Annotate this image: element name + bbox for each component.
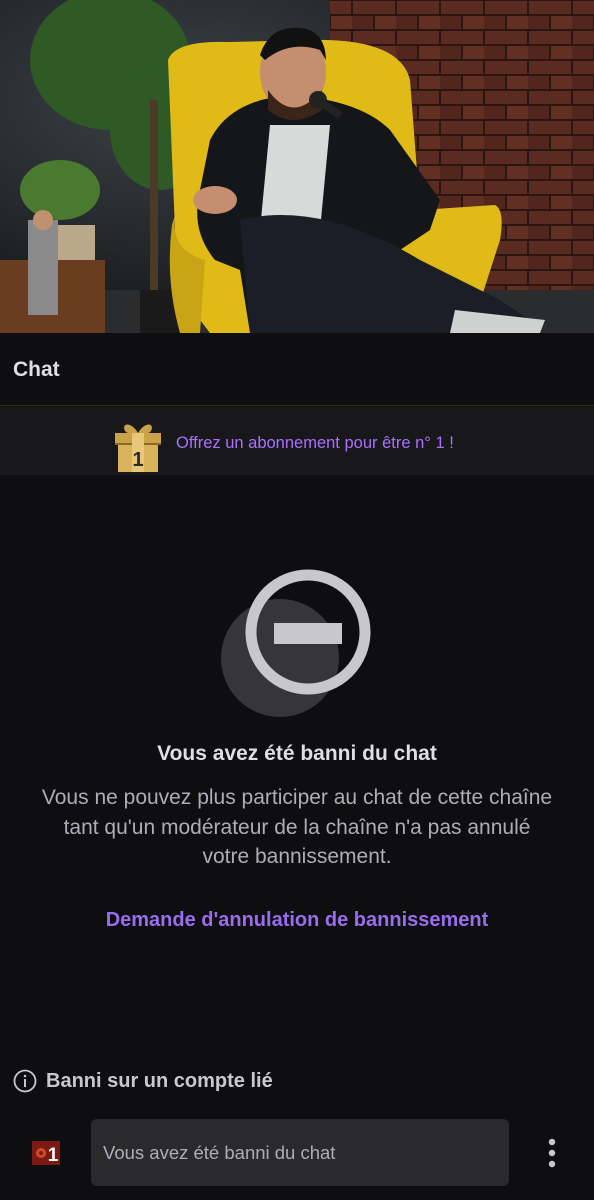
gift-subscription-banner[interactable]: 1 Offrez un abonnement pour être n° 1 !	[0, 407, 594, 475]
ban-icon	[221, 569, 371, 717]
chat-header: Chat	[0, 333, 594, 406]
stream-video[interactable]	[0, 0, 594, 333]
gift-rank: 1	[132, 449, 143, 471]
linked-account-notice[interactable]: Banni sur un compte lié	[13, 1067, 273, 1095]
info-icon[interactable]	[13, 1069, 37, 1093]
chat-message-input[interactable]: Vous avez été banni du chat	[91, 1119, 509, 1186]
stream-video-frame	[0, 0, 594, 333]
gift-subscription-text[interactable]: Offrez un abonnement pour être n° 1 !	[176, 434, 454, 453]
more-vertical-icon[interactable]	[540, 1135, 564, 1171]
appeal-ban-link[interactable]: Demande d'annulation de bannissement	[0, 909, 594, 932]
ban-description: Vous ne pouvez plus participer au chat d…	[41, 786, 553, 868]
bits-badge-count: 1	[48, 1145, 59, 1165]
chat-title: Chat	[13, 358, 60, 381]
chat-input-placeholder: Vous avez été banni du chat	[103, 1141, 336, 1163]
chat-input-bar: 1 Vous avez été banni du chat	[0, 1110, 594, 1200]
ban-title: Vous avez été banni du chat	[157, 742, 437, 765]
bits-badge-icon[interactable]: 1	[32, 1141, 60, 1165]
gift-icon: 1	[115, 424, 161, 472]
linked-account-text: Banni sur un compte lié	[46, 1069, 273, 1092]
